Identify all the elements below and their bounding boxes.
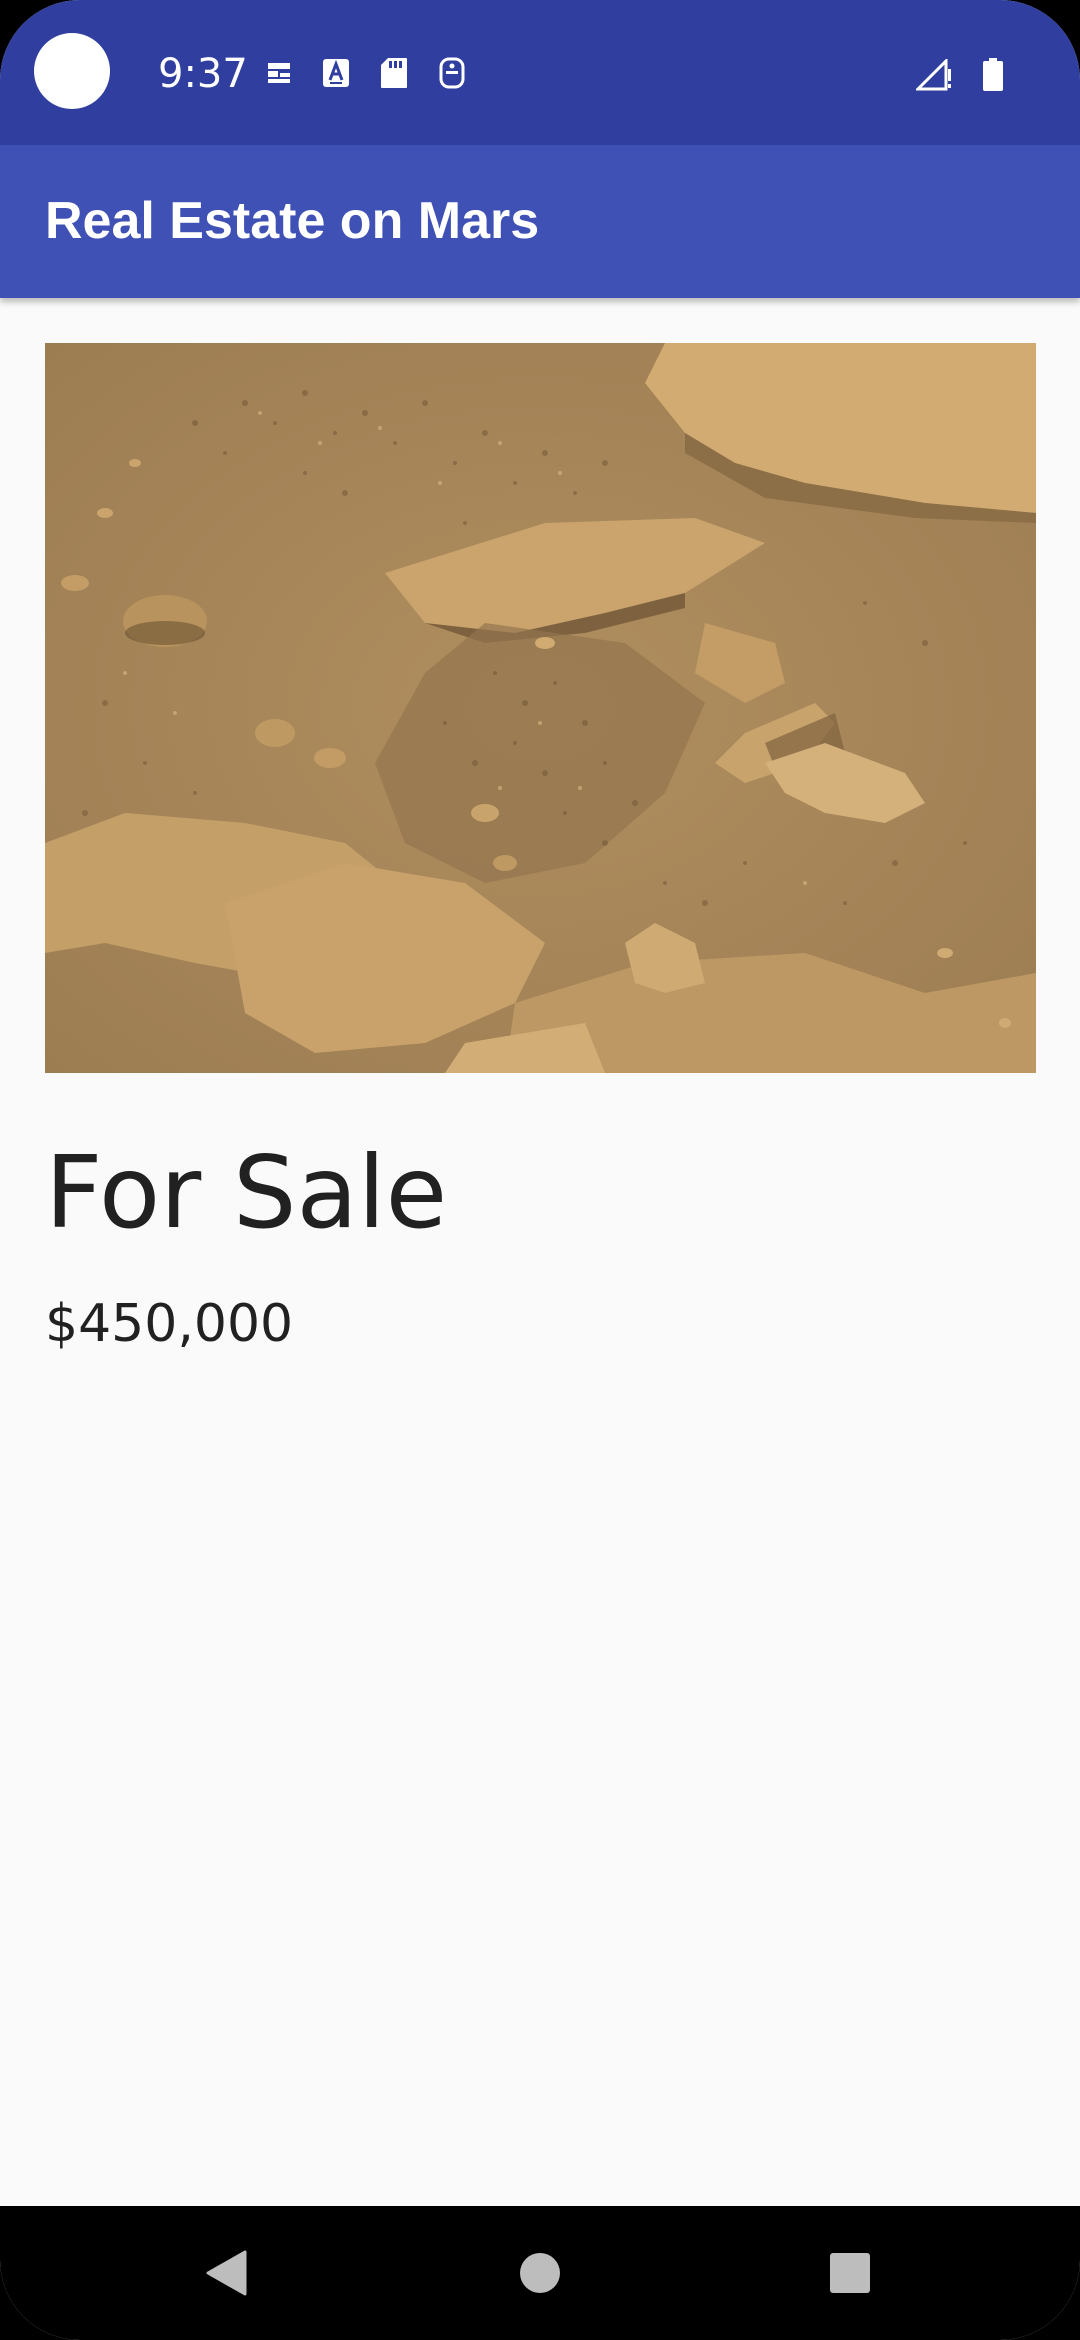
camera-cutout <box>34 33 110 109</box>
navigation-bar <box>0 2206 1080 2340</box>
home-icon <box>520 2253 560 2293</box>
listing-price: $450,000 <box>45 1294 294 1354</box>
listing-detail: For Sale $450,000 <box>0 298 1080 2206</box>
phone-screen: 9:37 Real Estate on Mars For Sale $450,0… <box>0 0 1080 2340</box>
recents-button[interactable] <box>770 2206 930 2340</box>
home-button[interactable] <box>460 2206 620 2340</box>
back-button[interactable] <box>146 2206 306 2340</box>
sd-card-icon <box>380 57 408 89</box>
app-title: Real Estate on Mars <box>45 192 540 250</box>
mars-surface-photo <box>45 343 1036 1073</box>
back-icon <box>206 2250 247 2296</box>
status-time: 9:37 <box>158 51 248 97</box>
font-a-icon <box>322 58 350 88</box>
signal-icon <box>914 57 952 96</box>
listing-status: For Sale <box>45 1134 448 1251</box>
accessibility-icon <box>438 56 466 90</box>
status-icons-left <box>266 56 466 90</box>
app-bar: Real Estate on Mars <box>0 145 1080 298</box>
status-icons-right <box>914 57 1004 97</box>
notification-icon <box>266 59 292 87</box>
status-bar: 9:37 <box>0 0 1080 145</box>
recents-icon <box>830 2253 870 2293</box>
battery-icon <box>982 58 1004 97</box>
